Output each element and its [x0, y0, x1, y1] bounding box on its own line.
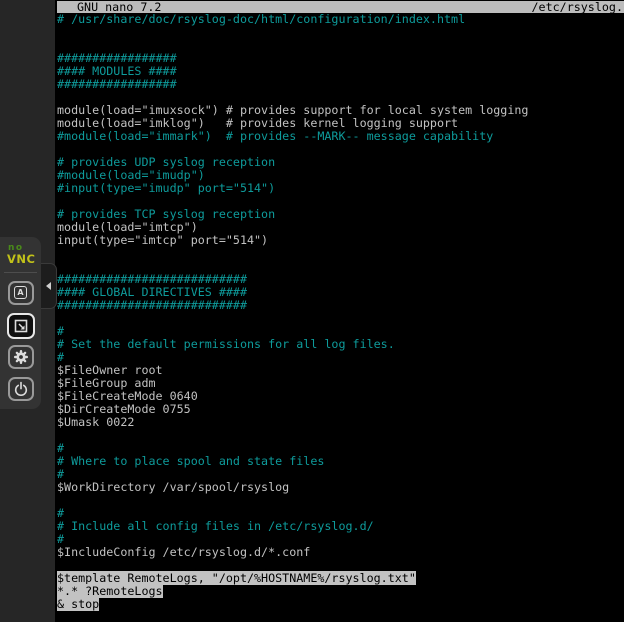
terminal-line: *.* ?RemoteLogs	[57, 585, 624, 598]
terminal-line	[57, 312, 624, 325]
terminal-line: # Where to place spool and state files	[57, 455, 624, 468]
terminal-line: # /usr/share/doc/rsyslog-doc/html/config…	[57, 13, 624, 26]
novnc-panel-handle[interactable]	[41, 263, 57, 309]
novnc-logo-vnc: VNC	[7, 254, 35, 266]
clipboard-icon: A	[14, 286, 27, 299]
clipboard-button[interactable]: A	[8, 281, 34, 305]
terminal-line: $WorkDirectory /var/spool/rsyslog	[57, 481, 624, 494]
terminal-line	[57, 494, 624, 507]
fullscreen-button[interactable]	[7, 313, 35, 339]
terminal-content: # /usr/share/doc/rsyslog-doc/html/config…	[55, 13, 624, 611]
terminal-line: $DirCreateMode 0755	[57, 403, 624, 416]
novnc-logo: no VNC	[0, 237, 35, 266]
collapse-arrow-icon	[46, 282, 51, 290]
terminal-line: $IncludeConfig /etc/rsyslog.d/*.conf	[57, 546, 624, 559]
terminal-line: #input(type="imudp" port="514")	[57, 182, 624, 195]
gear-icon	[13, 349, 29, 365]
fullscreen-icon	[13, 318, 29, 334]
terminal-line: # Set the default permissions for all lo…	[57, 338, 624, 351]
power-icon	[13, 381, 29, 397]
panel-divider	[4, 272, 37, 273]
novnc-control-bar: no VNC A	[0, 237, 41, 409]
terminal-line: #################	[57, 78, 624, 91]
screen: GNU nano 7.2 /etc/rsyslog. # /usr/share/…	[0, 0, 624, 622]
terminal-line: # Include all config files in /etc/rsysl…	[57, 520, 624, 533]
terminal-line: input(type="imtcp" port="514")	[57, 234, 624, 247]
settings-button[interactable]	[8, 345, 34, 369]
nano-filename-label: /etc/rsyslog.	[532, 1, 624, 14]
terminal-line: & stop	[57, 598, 624, 611]
terminal-line: $Umask 0022	[57, 416, 624, 429]
terminal-line: #module(load="immark") # provides --MARK…	[57, 130, 624, 143]
power-button[interactable]	[8, 377, 34, 401]
terminal-line	[57, 429, 624, 442]
terminal-line	[57, 26, 624, 39]
terminal-line	[57, 247, 624, 260]
terminal-window[interactable]: GNU nano 7.2 /etc/rsyslog. # /usr/share/…	[55, 0, 624, 622]
terminal-line: ###########################	[57, 299, 624, 312]
